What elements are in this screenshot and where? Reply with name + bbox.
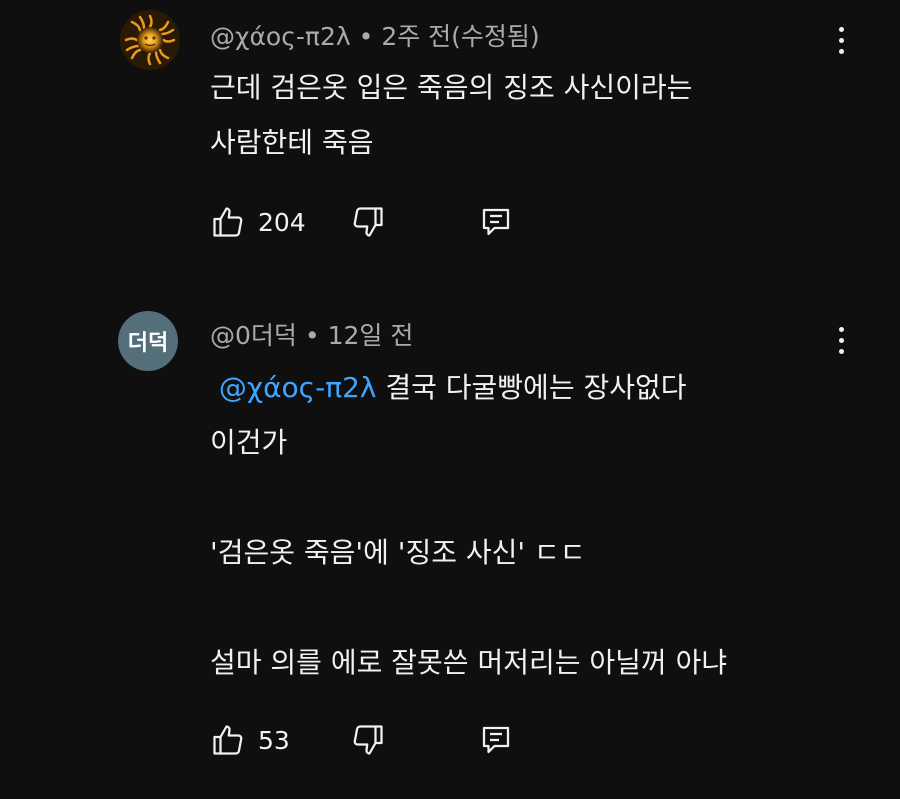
comment-line: 설마 의를 에로 잘못쓴 머저리는 아닐꺼 아냐 xyxy=(210,646,728,679)
comment-line: 근데 검은옷 입은 죽음의 징조 사신이라는 xyxy=(210,71,693,104)
dislike-button[interactable] xyxy=(350,200,386,244)
dislike-button[interactable] xyxy=(350,718,386,762)
reply-icon xyxy=(482,208,510,236)
reply-button[interactable] xyxy=(478,200,514,244)
meta-separator: • xyxy=(304,321,320,350)
comment-author[interactable]: @χάος-π2λ xyxy=(210,22,351,51)
more-options-button[interactable] xyxy=(826,18,856,62)
more-vert-icon xyxy=(838,326,844,332)
comment-line-rest: 결국 다굴빵에는 장사없다 xyxy=(385,371,687,404)
like-button[interactable]: 53 xyxy=(210,718,290,762)
like-count: 204 xyxy=(258,207,306,237)
avatar[interactable] xyxy=(120,10,180,70)
sun-logo-icon xyxy=(120,10,180,70)
comment-line: '검은옷 죽음'에 '징조 사신' ㄷㄷ xyxy=(210,536,586,569)
comment-line: 이건가 xyxy=(210,426,288,459)
thumbs-down-icon xyxy=(353,207,383,237)
more-vert-icon xyxy=(838,26,844,32)
avatar[interactable]: 더덕 xyxy=(118,311,178,371)
comment-text: 근데 검은옷 입은 죽음의 징조 사신이라는 사람한테 죽음 xyxy=(210,60,692,170)
thumbs-up-icon xyxy=(213,207,243,237)
comment-time: 12일 전 xyxy=(327,321,414,350)
comment-meta: @0더덕 • 12일 전 xyxy=(210,316,413,352)
comments-section: @χάος-π2λ • 2주 전(수정됨) 근데 검은옷 입은 죽음의 징조 사… xyxy=(0,0,900,799)
comment-time: 2주 전(수정됨) xyxy=(381,22,540,51)
thumbs-up-icon xyxy=(213,725,243,755)
comment-line xyxy=(210,580,727,635)
comment-line: @χάος-π2λ 결국 다굴빵에는 장사없다 xyxy=(210,360,727,415)
comment-meta: @χάος-π2λ • 2주 전(수정됨) xyxy=(210,17,540,53)
avatar-initials: 더덕 xyxy=(127,331,169,356)
comment-line xyxy=(210,470,727,525)
thumbs-down-icon xyxy=(353,725,383,755)
like-count: 53 xyxy=(258,725,290,755)
comment-text: @χάος-π2λ 결국 다굴빵에는 장사없다 이건가 '검은옷 죽음'에 '징… xyxy=(210,360,727,690)
mention-link[interactable]: @χάος-π2λ xyxy=(219,371,377,404)
reply-icon xyxy=(482,726,510,754)
meta-separator: • xyxy=(358,22,374,51)
comment-line: 사람한테 죽음 xyxy=(210,126,374,159)
more-options-button[interactable] xyxy=(826,318,856,362)
comment-author[interactable]: @0더덕 xyxy=(210,321,297,350)
like-button[interactable]: 204 xyxy=(210,200,306,244)
reply-button[interactable] xyxy=(478,718,514,762)
